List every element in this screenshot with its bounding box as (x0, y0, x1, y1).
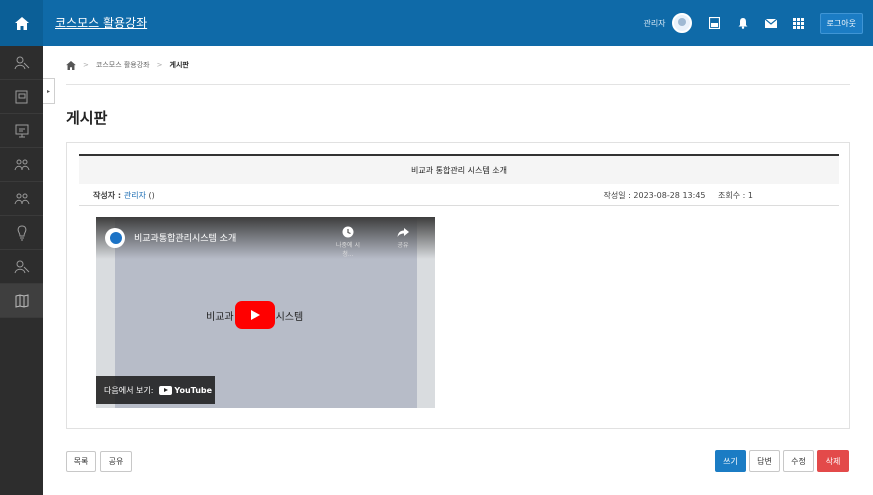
divider (66, 84, 850, 85)
author-suffix: () (145, 191, 155, 200)
sidebar-item-profile[interactable] (0, 46, 43, 80)
home-icon[interactable] (66, 60, 76, 70)
top-bar: 코스모스 활용강좌 관리자 로그아웃 (0, 0, 873, 46)
sidebar-item-members[interactable] (0, 182, 43, 216)
sidebar-item-lecture[interactable] (0, 114, 43, 148)
youtube-wordmark: YouTube (174, 385, 213, 395)
breadcrumb: > 코스모스 활용강좌 > 게시판 (66, 60, 189, 70)
post-meta: 작성자 : 관리자 () 작성일 : 2023-08-28 13:45 조회수 … (79, 184, 839, 206)
sidebar-toggle[interactable]: ▸ (43, 78, 55, 104)
watch-on-label: 다음에서 보기: (104, 385, 154, 395)
watch-later-button[interactable]: 나중에 시청... (333, 226, 363, 258)
chevron-right-icon: ▸ (46, 87, 50, 95)
edit-button[interactable]: 수정 (783, 450, 814, 472)
apps-grid-icon[interactable] (792, 16, 806, 30)
youtube-logo: YouTube (159, 385, 213, 395)
caption-left: 비교과 (206, 311, 234, 323)
youtube-embed[interactable]: 비교과통합관리시스템 소개 나중에 시청... 공유 비교과 시스템 다음에서 … (96, 217, 435, 408)
home-button[interactable] (0, 0, 43, 46)
clock-icon (342, 226, 354, 238)
video-title[interactable]: 비교과통합관리시스템 소개 (134, 231, 236, 244)
reply-button[interactable]: 답변 (749, 450, 780, 472)
watch-on-youtube[interactable]: 다음에서 보기: YouTube (96, 376, 215, 404)
group-icon (14, 193, 29, 204)
presentation-icon (15, 124, 28, 137)
course-book-icon (15, 90, 27, 103)
watch-later-label: 나중에 시청... (336, 242, 360, 258)
post-panel: 비교과 통합관리 시스템 소개 작성자 : 관리자 () 작성일 : 2023-… (66, 142, 850, 429)
channel-logo[interactable] (105, 228, 125, 248)
avatar[interactable] (671, 13, 692, 33)
post-views: 조회수 : 1 (718, 191, 753, 200)
share-label: 공유 (397, 242, 409, 249)
write-button[interactable]: 쓰기 (715, 450, 746, 472)
caption-right: 시스템 (275, 311, 304, 323)
delete-button[interactable]: 삭제 (817, 450, 849, 472)
breadcrumb-current: 게시판 (169, 61, 189, 69)
mail-icon[interactable] (764, 16, 778, 30)
post-date: 작성일 : 2023-08-28 13:45 (603, 191, 706, 200)
list-button[interactable]: 목록 (66, 451, 96, 472)
share-arrow-icon (397, 228, 409, 237)
user-icon (14, 56, 29, 69)
lightbulb-icon (17, 224, 26, 240)
home-icon (14, 16, 29, 30)
bell-icon[interactable] (736, 16, 750, 30)
page-title: 게시판 (66, 109, 108, 127)
sidebar-item-users[interactable] (0, 250, 43, 284)
sidebar-item-ideas[interactable] (0, 216, 43, 250)
share-video-button[interactable]: 공유 (393, 226, 413, 249)
breadcrumb-course[interactable]: 코스모스 활용강좌 (96, 60, 150, 70)
user-icon (14, 260, 29, 273)
sidebar-item-community[interactable] (0, 148, 43, 182)
video-center-caption: 비교과 시스템 (206, 301, 303, 329)
author-link[interactable]: 관리자 (124, 191, 146, 200)
logout-button[interactable]: 로그아웃 (819, 12, 863, 34)
course-title-link[interactable]: 코스모스 활용강좌 (55, 14, 147, 31)
group-icon (14, 159, 29, 170)
post-author: 작성자 : 관리자 () (93, 190, 155, 201)
user-name[interactable]: 관리자 (643, 18, 665, 29)
chevron-right-icon: > (83, 61, 89, 69)
chevron-right-icon: > (156, 61, 163, 69)
play-button[interactable] (234, 301, 275, 329)
play-icon (250, 310, 260, 320)
dashboard-icon[interactable] (708, 16, 722, 30)
author-label: 작성자 : (93, 191, 124, 200)
post-title: 비교과 통합관리 시스템 소개 (79, 154, 839, 184)
sidebar-item-guide[interactable] (0, 284, 43, 318)
left-sidebar (0, 46, 43, 495)
youtube-logo-icon (159, 385, 173, 395)
post-date-views: 작성일 : 2023-08-28 13:45 조회수 : 1 (604, 190, 753, 201)
map-icon (15, 293, 28, 308)
sidebar-item-courses[interactable] (0, 80, 43, 114)
share-button[interactable]: 공유 (100, 451, 132, 472)
